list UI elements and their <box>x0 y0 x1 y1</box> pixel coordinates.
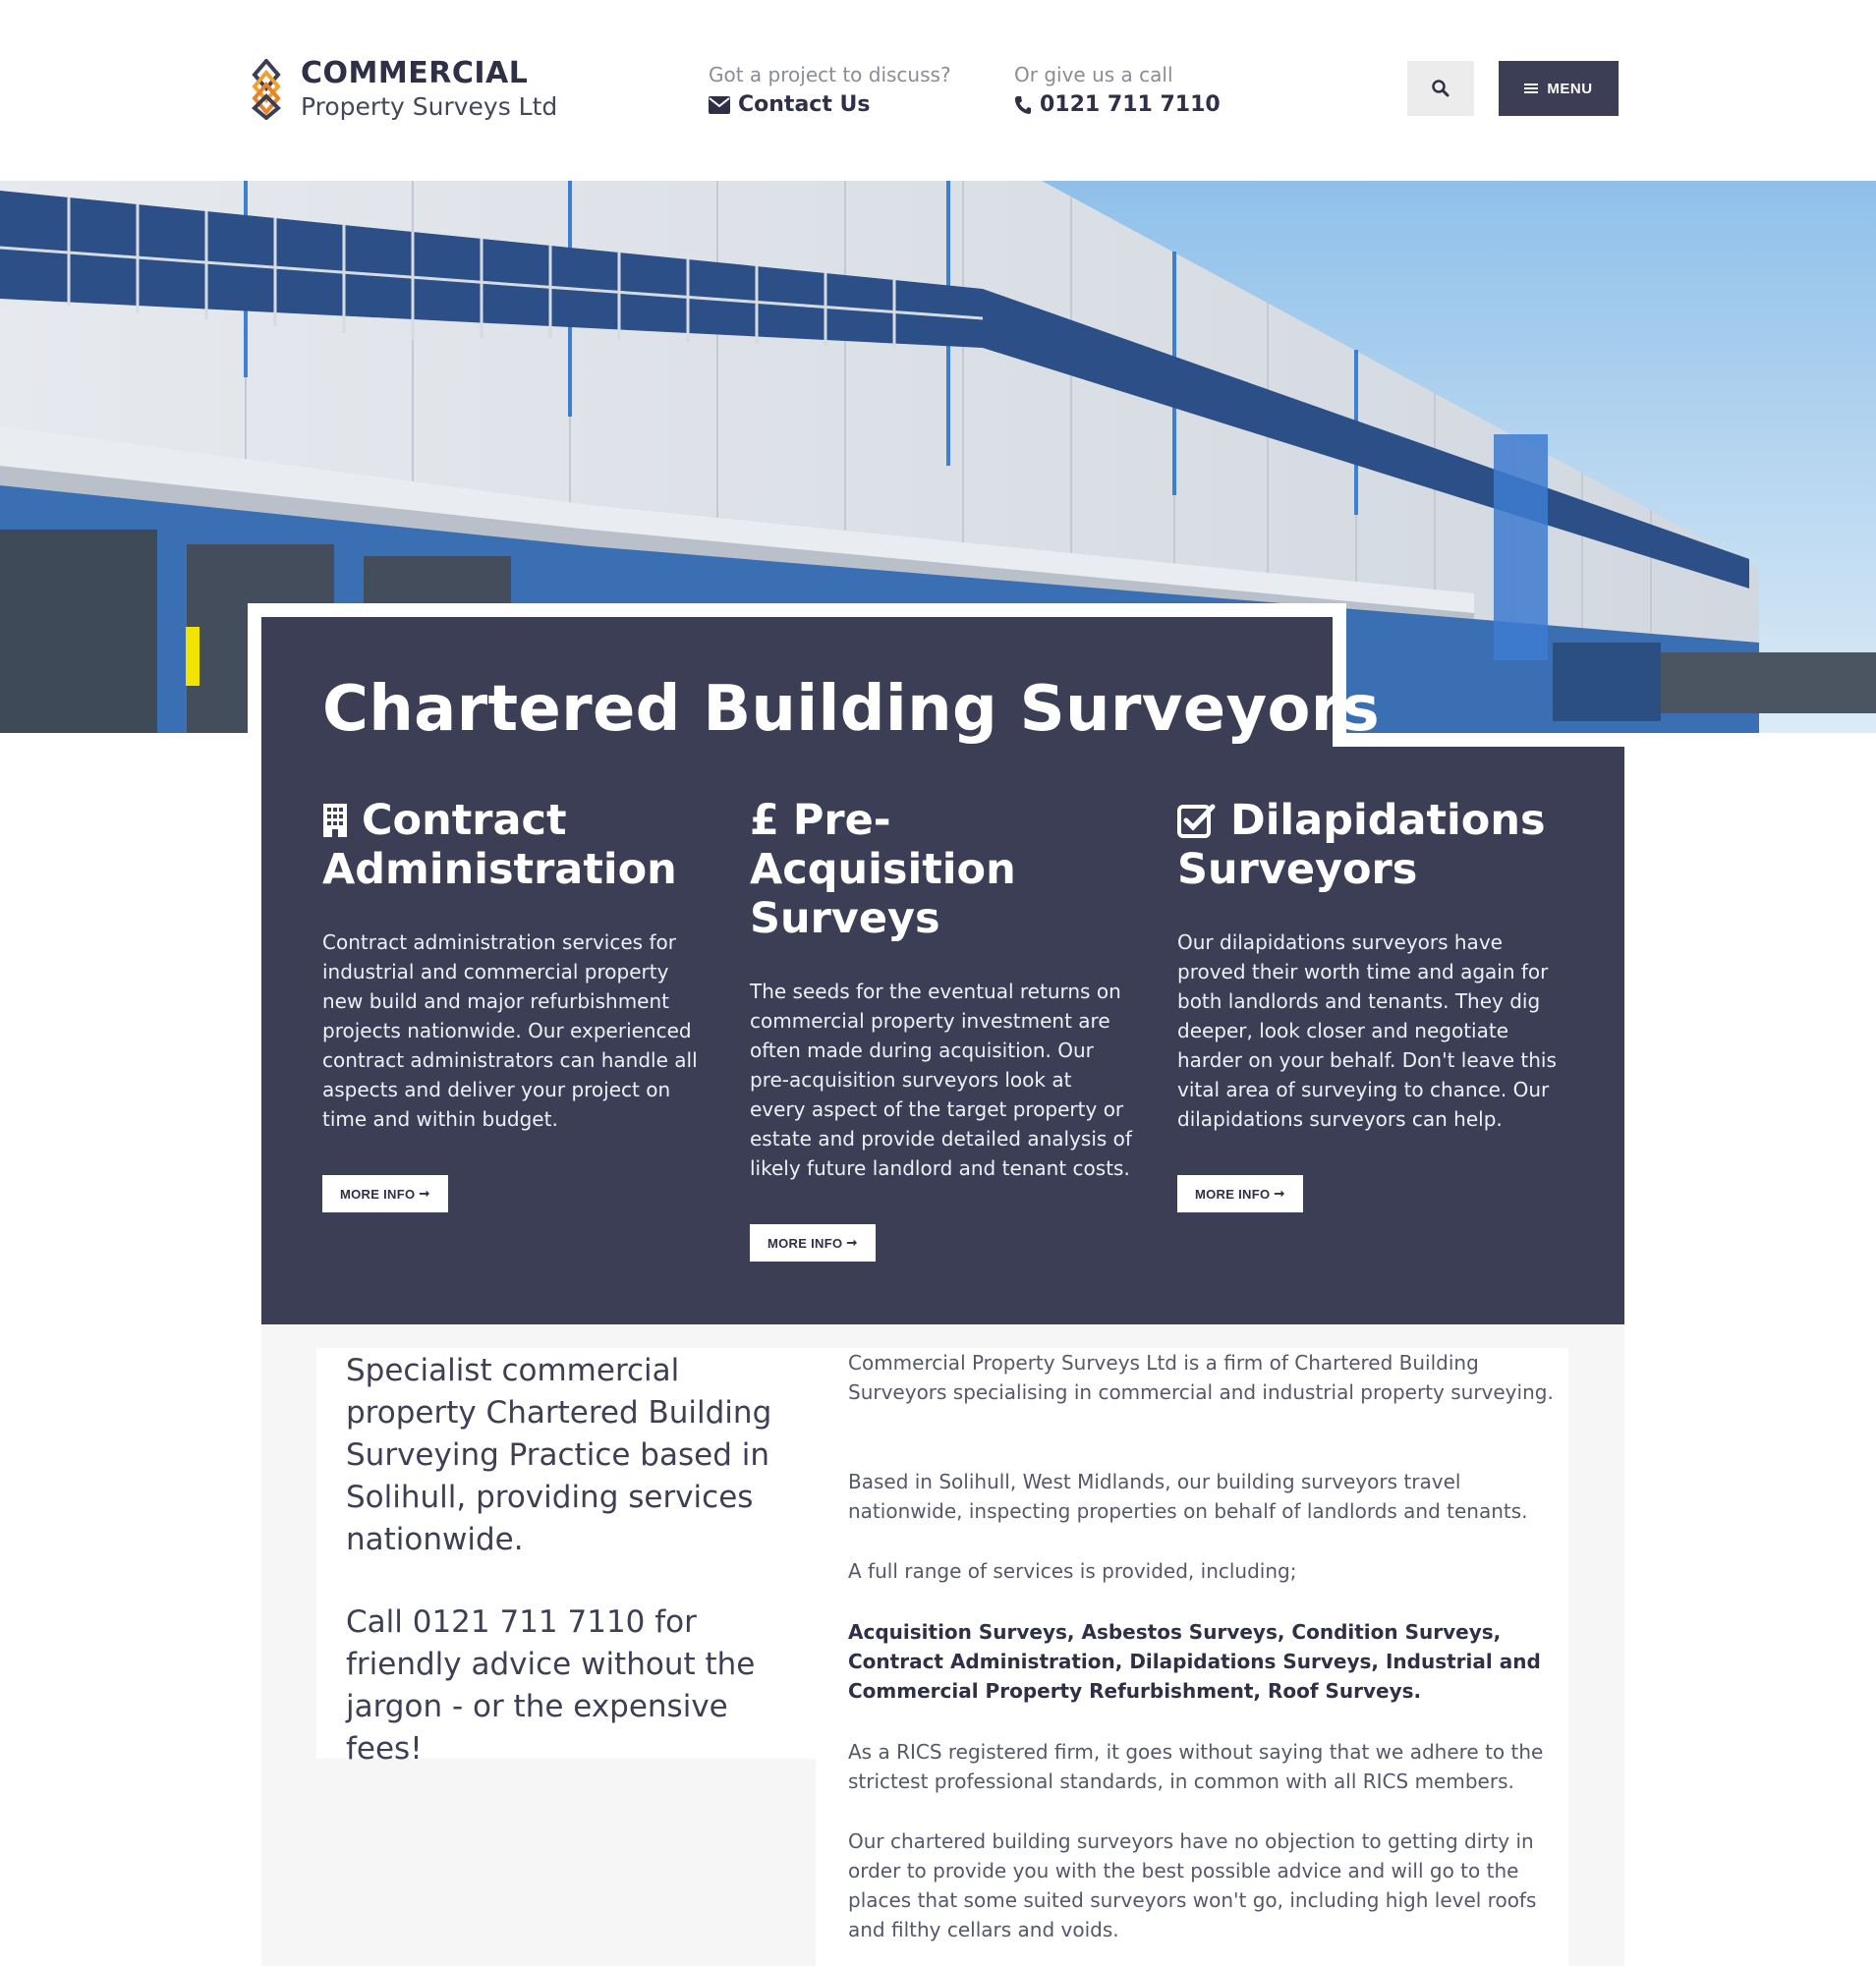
intro-paragraph: Commercial Property Surveys Ltd is a fir… <box>848 1351 1554 1404</box>
service-description: The seeds for the eventual returns on co… <box>750 980 1132 1180</box>
site-logo[interactable]: COMMERCIAL Property Surveys Ltd <box>246 57 557 124</box>
logo-tagline: Property Surveys Ltd <box>301 92 558 121</box>
logo-diamond-icon <box>252 59 281 120</box>
contact-us-link[interactable]: Contact Us <box>709 88 951 122</box>
phone-number: 0121 711 7110 <box>1040 92 1221 117</box>
intro-body: Commercial Property Surveys Ltd is a fir… <box>816 1348 1568 1966</box>
service-title: £ Pre-Acquisition Surveys <box>750 796 1016 943</box>
page-title: Chartered Building Surveyors <box>322 673 1381 746</box>
pound-icon: £ <box>750 796 779 845</box>
menu-button[interactable]: MENU <box>1499 61 1619 116</box>
intro-paragraph: Based in Solihull, West Midlands, our bu… <box>848 1470 1528 1523</box>
envelope-icon <box>709 96 730 114</box>
contact-us-label: Contact Us <box>738 92 871 117</box>
intro-paragraph: Our chartered building surveyors have no… <box>848 1829 1537 1941</box>
service-title: Dilapidations Surveyors <box>1177 796 1546 894</box>
intro-paragraph: A full range of services is provided, in… <box>848 1559 1297 1583</box>
logo-name: COMMERCIAL <box>301 56 529 90</box>
building-icon <box>323 804 347 837</box>
intro-lead: Specialist commercial property Chartered… <box>346 1353 772 1557</box>
service-title: Contract Administration <box>322 796 677 894</box>
phone-link[interactable]: 0121 711 7110 <box>1014 88 1221 122</box>
intro-call: Call 0121 711 7110 for friendly advice w… <box>346 1604 756 1767</box>
intro-lead-box: Specialist commercial property Chartered… <box>316 1348 816 1767</box>
arrow-right-icon: ➞ <box>846 1235 858 1250</box>
more-info-button[interactable]: MORE INFO ➞ <box>1177 1175 1303 1212</box>
more-info-button[interactable]: MORE INFO ➞ <box>322 1175 448 1212</box>
check-square-icon <box>1177 804 1216 838</box>
menu-label: MENU <box>1547 80 1593 97</box>
services-list: Acquisition Surveys, Asbestos Surveys, C… <box>848 1620 1541 1703</box>
arrow-right-icon: ➞ <box>1274 1186 1285 1201</box>
service-card-contract-administration: Contract Administration Contract adminis… <box>322 796 706 1212</box>
service-description: Our dilapidations surveyors have proved … <box>1177 930 1557 1131</box>
contact-block: Got a project to discuss? Contact Us <box>709 61 951 122</box>
service-description: Contract administration services for ind… <box>322 930 698 1131</box>
search-button[interactable] <box>1407 61 1474 116</box>
phone-block: Or give us a call 0121 711 7110 <box>1014 61 1221 122</box>
phone-icon <box>1015 96 1031 114</box>
service-card-dilapidations-surveyors: Dilapidations Surveyors Our dilapidation… <box>1177 796 1561 1212</box>
more-info-button[interactable]: MORE INFO ➞ <box>750 1224 876 1262</box>
site-header: COMMERCIAL Property Surveys Ltd Got a pr… <box>0 0 1876 181</box>
intro-paragraph: As a RICS registered firm, it goes witho… <box>848 1740 1544 1793</box>
search-icon <box>1432 80 1450 97</box>
menu-icon <box>1524 82 1539 95</box>
arrow-right-icon: ➞ <box>419 1186 430 1201</box>
project-prompt: Got a project to discuss? <box>709 63 951 86</box>
call-prompt: Or give us a call <box>1014 63 1173 86</box>
service-card-pre-acquisition-surveys: £ Pre-Acquisition Surveys The seeds for t… <box>750 796 1133 1262</box>
